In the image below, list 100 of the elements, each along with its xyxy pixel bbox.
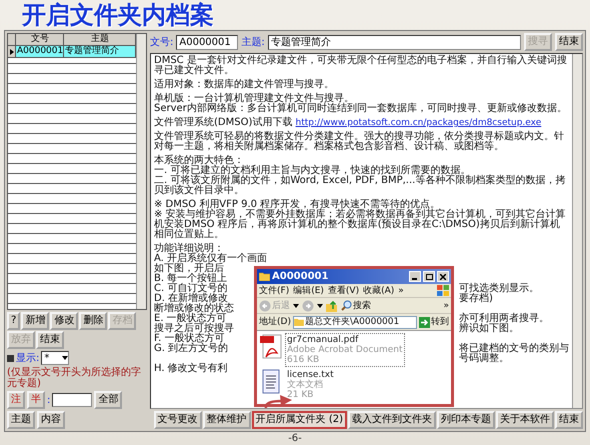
back-arrow-icon: [259, 300, 271, 312]
colon-label: :: [47, 394, 50, 406]
memo-text: 断增或修改的状态: [154, 304, 235, 314]
up-folder-icon[interactable]: [326, 300, 338, 312]
search-icon: [341, 300, 352, 311]
toolbar-button[interactable]: ?: [7, 312, 20, 330]
dropdown-caret-icon: [293, 304, 299, 308]
memo-text: 可找选类别显示。: [459, 284, 540, 294]
page-number: -6-: [287, 432, 303, 445]
dropdown-caret-icon: [62, 356, 68, 360]
more-toolbar-button[interactable]: »: [443, 300, 449, 310]
memo-text: DMSC 是一套针对文件纪录建文件，可夹带无限个任何型态的电子档案，并自行输入关键词搜寻已建文件文件。: [154, 56, 568, 76]
close-icon: [440, 274, 446, 280]
search-scope-button[interactable]: 主题: [7, 411, 35, 429]
search-button[interactable]: 搜索: [341, 300, 371, 311]
table-cell: A0000001: [16, 46, 64, 57]
close-button[interactable]: [437, 271, 449, 282]
filter-label: 显示:: [16, 352, 40, 365]
menu-item[interactable]: 查看(V): [328, 286, 360, 296]
memo-text: 辨识如下图。: [459, 324, 520, 334]
menu-item[interactable]: »: [398, 286, 404, 296]
table-row[interactable]: A0000001 专题管理简介: [8, 46, 136, 58]
memo-text: 亦可利用两者搜寻。: [459, 314, 550, 324]
action-button[interactable]: 开启所属文件夹 (2): [252, 411, 347, 429]
search-field[interactable]: [52, 393, 92, 407]
memo-text: H. 修改文号有利: [154, 364, 229, 374]
action-button[interactable]: 文号更改: [154, 411, 202, 429]
memo-text: ※ DMSO 利用VFP 9.0 程序开发，有搜寻快速不需等待的优点。: [154, 200, 440, 210]
memo-text: D. 在新增或修改: [154, 294, 228, 304]
file-item[interactable]: license.txt 文本文档 21 KB: [260, 368, 448, 402]
memo-text: 将已建档的文号的类别与号码调整。: [459, 344, 569, 364]
action-button[interactable]: 结束: [555, 411, 583, 429]
memo-text: 适用对象：数据库的建文件管理与搜寻。: [154, 80, 334, 90]
memo-area[interactable]: [150, 53, 583, 409]
memo-text: 功能详细说明：: [154, 244, 224, 254]
scrollbar[interactable]: [572, 54, 582, 408]
address-field[interactable]: 题总文件夹\A0000001: [292, 316, 417, 328]
go-arrow-icon: [419, 316, 430, 328]
memo-text: 文件管理系统可轻易的将数据文件分类建文件。强大的搜寻功能，依分类搜寻标题或内文。针对每一主题，将相关附属档案储存。档案格式包含影音档、设计稿、或图档等。: [154, 132, 565, 152]
window-title: A0000001: [272, 272, 330, 282]
maximize-button[interactable]: [423, 271, 435, 282]
filter-dropdown[interactable]: *: [41, 351, 70, 365]
action-button[interactable]: 载入文件到文件夹: [348, 411, 436, 429]
file-type: Adobe Acrobat Document: [287, 345, 403, 355]
memo-text: B. 每一个按钮上: [154, 274, 228, 284]
end-button[interactable]: 结束: [555, 33, 583, 51]
memo-text: 单机版：一台计算机管理建文件文件与搜寻。: [154, 94, 354, 104]
address-label: 地址(D): [259, 317, 291, 327]
toolbar-button[interactable]: 删除: [79, 312, 108, 330]
memo-text: A. 开启系统仅有一个画面: [154, 254, 268, 264]
file-name: gr7cmanual.pdf: [287, 335, 360, 345]
search-scope-button[interactable]: 内容: [37, 411, 65, 429]
maximize-icon: [426, 274, 432, 280]
go-button[interactable]: 转到: [419, 316, 449, 328]
memo-text: Server内部网络版：多台计算机可同时连结到同一套数据库，可同时搜寻、更新或修改数据。: [154, 104, 567, 114]
memo-text: 一. 可将已建立的文档利用主旨与内文搜寻，快速的找到所需要的数据。: [154, 166, 470, 176]
windows-logo-icon: [437, 285, 449, 296]
memo-text: ※ 安装与维护容易，不需要外挂数据库；若必需将数据再备到其它台计算机，可到其它台计算机安装DMSO 程序后，再将原计算机的整个数据库(预设目录在C:\DMSO)拷贝后到新计算机相同位置贴上。: [154, 210, 567, 240]
doc-number-field[interactable]: A0000001: [176, 34, 238, 50]
subject-label: 主题:: [241, 36, 265, 49]
download-link[interactable]: http://www.potatsoft.com.cn/packages/dm8csetup.exe: [296, 118, 542, 128]
subject-field[interactable]: 专题管理简介: [268, 34, 521, 50]
search-scope-button[interactable]: 全部: [94, 391, 122, 409]
toolbar-button[interactable]: 新增: [21, 312, 50, 330]
file-type: 文本文档: [287, 380, 324, 390]
mode-button[interactable]: 半: [27, 391, 45, 409]
toolbar-button[interactable]: 结束: [36, 331, 64, 349]
menu-item[interactable]: 文件(F): [259, 286, 290, 296]
column-header: 文号: [16, 34, 64, 45]
row-pointer-icon: [10, 48, 14, 54]
memo-text: 搜寻之后可按搜寻: [154, 324, 235, 334]
scrollbar[interactable]: [136, 34, 146, 309]
doc-number-label: 文号:: [150, 36, 174, 49]
text-file-icon: [260, 368, 282, 394]
memo-text: 二. 可将该文所附属的文件，如Word, Excel, PDF, BMP,...等各种不限制档案类型的数据，拷贝到该文件目录中。: [154, 176, 566, 196]
memo-text: F. 一般状态方可: [154, 334, 225, 344]
pdf-file-icon: [260, 333, 282, 359]
action-button[interactable]: 关于本软件: [496, 411, 554, 429]
square-icon: [7, 354, 14, 362]
folder-icon: [294, 318, 304, 326]
menu-item[interactable]: 编辑(E): [293, 286, 324, 296]
memo-text: 本系统的两大特色：: [154, 156, 244, 166]
memo-text: C. 可自订文号的: [154, 284, 228, 294]
minimize-button[interactable]: [409, 271, 421, 282]
memo-text: 如下图，开启后: [154, 264, 224, 274]
toolbar-button[interactable]: 修改: [50, 312, 78, 330]
menu-item[interactable]: 收藏(A): [363, 286, 394, 296]
slide-title: 开启文件夹内档案: [20, 0, 215, 30]
memo-text: 文件管理系统(DMSO)试用下载: [154, 117, 292, 128]
mode-button[interactable]: 注: [7, 391, 25, 409]
folder-icon: [259, 272, 270, 281]
dropdown-caret-icon: [317, 304, 323, 308]
filter-note: (仅显示文号开头为所选择的字元专题): [7, 367, 142, 389]
action-button[interactable]: 列印本专题: [437, 411, 495, 429]
memo-text: G. 到左方文号的: [154, 344, 230, 356]
file-size: 616 KB: [287, 355, 320, 365]
action-button[interactable]: 整体维护: [202, 411, 251, 429]
memo-text: E. 一般状态方可: [154, 314, 227, 324]
file-size: 21 KB: [287, 390, 314, 400]
file-name: license.txt: [287, 370, 334, 380]
